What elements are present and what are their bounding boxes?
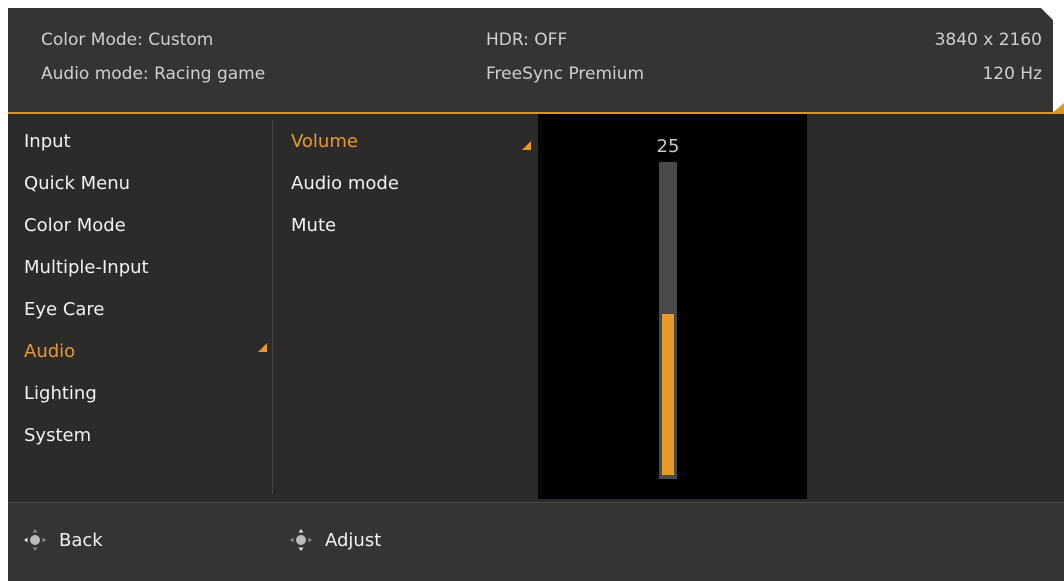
joystick-icon — [290, 529, 312, 551]
status-header: Color Mode: Custom Audio mode: Racing ga… — [8, 8, 1053, 112]
menu-divider — [272, 120, 273, 494]
menu-item-audio[interactable]: Audio — [24, 341, 75, 363]
back-label: Back — [59, 529, 103, 551]
monitor-osd: Color Mode: Custom Audio mode: Racing ga… — [0, 0, 1064, 581]
menu-item-eye-care[interactable]: Eye Care — [24, 299, 105, 321]
menu-panel — [8, 114, 1064, 502]
freesync-status: FreeSync Premium — [486, 64, 645, 84]
menu-item-quick-menu[interactable]: Quick Menu — [24, 173, 130, 195]
volume-slider[interactable] — [659, 162, 677, 479]
joystick-icon — [24, 529, 46, 551]
menu-item-lighting[interactable]: Lighting — [24, 383, 97, 405]
selected-marker-icon — [522, 141, 531, 150]
resolution-status: 3840 x 2160 — [934, 30, 1042, 50]
sub-item-audio-mode[interactable]: Audio mode — [291, 173, 399, 195]
menu-item-color-mode[interactable]: Color Mode — [24, 215, 126, 237]
selected-marker-icon — [258, 343, 267, 352]
menu-item-system[interactable]: System — [24, 425, 91, 447]
sub-item-volume[interactable]: Volume — [291, 131, 358, 153]
adjust-button[interactable]: Adjust — [289, 527, 381, 553]
back-button[interactable]: Back — [23, 527, 103, 553]
color-mode-status: Color Mode: Custom — [41, 30, 214, 50]
menu-item-multiple-input[interactable]: Multiple-Input — [24, 257, 149, 279]
volume-value: 25 — [656, 136, 680, 157]
refresh-rate-status: 120 Hz — [982, 64, 1042, 84]
hdr-status: HDR: OFF — [486, 30, 568, 50]
audio-mode-status: Audio mode: Racing game — [41, 64, 266, 84]
footer-bar — [8, 502, 1064, 581]
header-corner — [1041, 8, 1053, 20]
adjust-label: Adjust — [325, 529, 382, 551]
menu-item-input[interactable]: Input — [24, 131, 71, 153]
volume-slider-fill — [662, 314, 674, 475]
sub-item-mute[interactable]: Mute — [291, 215, 336, 237]
